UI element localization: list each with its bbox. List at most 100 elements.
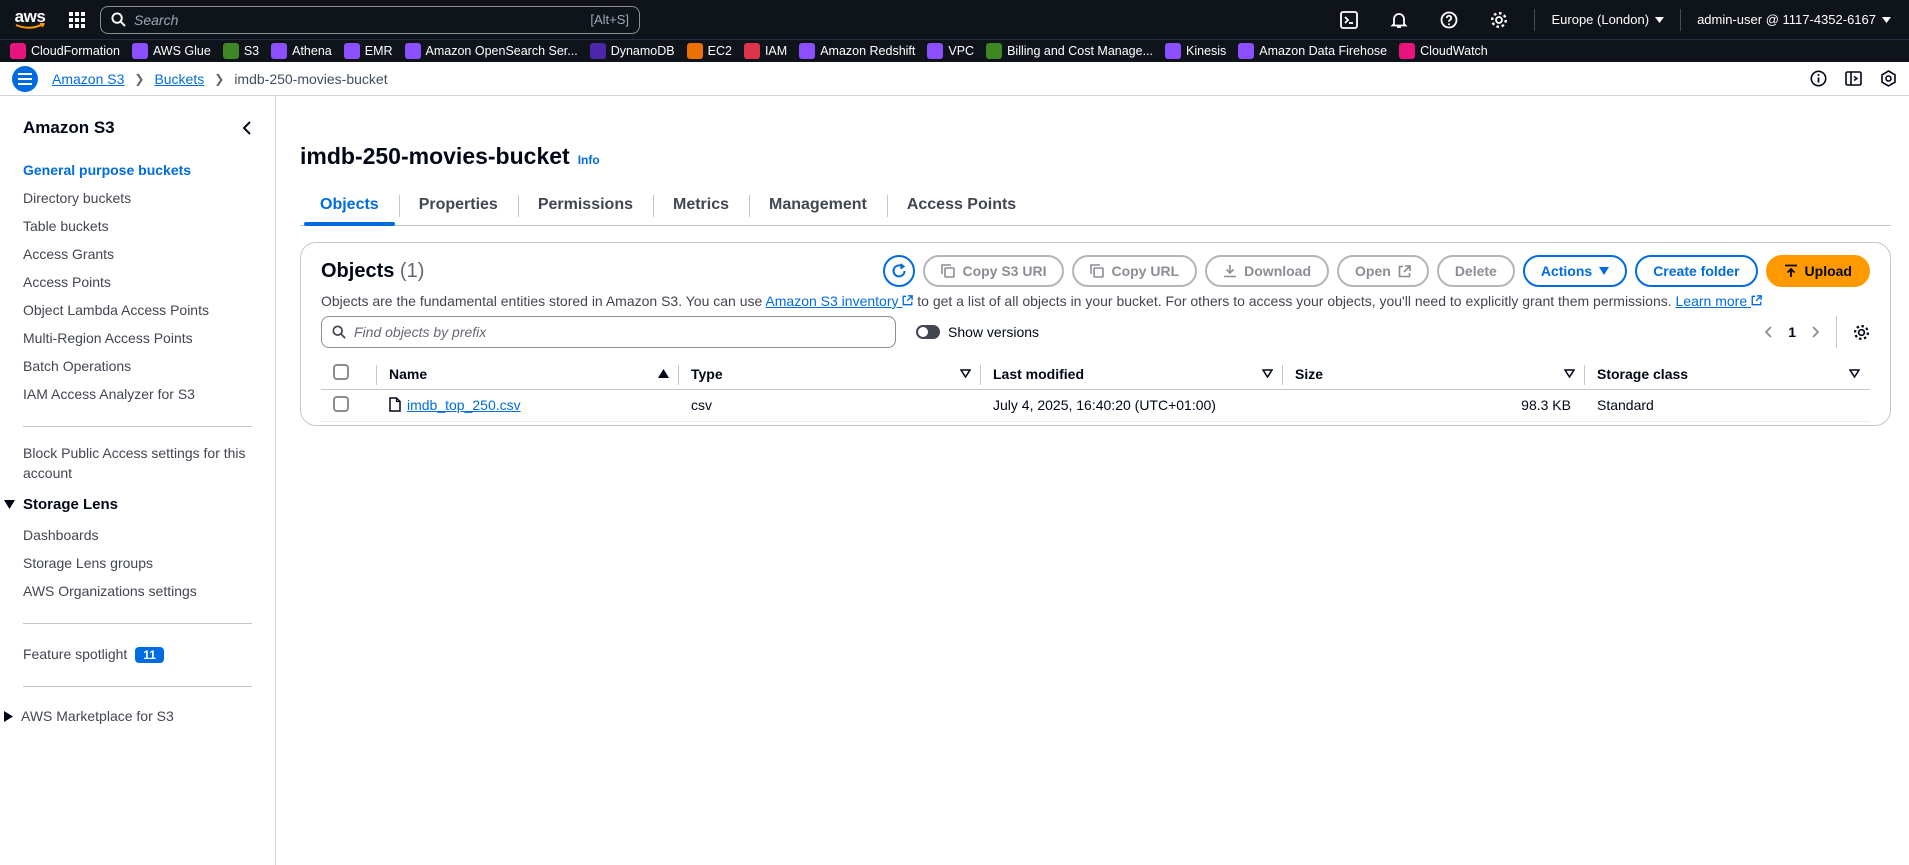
sidebar-item-dashboards[interactable]: Dashboards xyxy=(23,521,252,549)
copy-s3-uri-button[interactable]: Copy S3 URI xyxy=(923,255,1065,287)
account-label: admin-user @ 1117-4352-6167 xyxy=(1697,12,1876,27)
main-content: imdb-250-movies-bucket Info Objects Prop… xyxy=(300,96,1891,426)
tab-management[interactable]: Management xyxy=(749,184,887,225)
aws-logo[interactable]: aws xyxy=(12,8,48,30)
tab-objects[interactable]: Objects xyxy=(300,184,399,226)
notifications-bell-icon[interactable] xyxy=(1374,0,1424,39)
global-search-input[interactable]: Search [Alt+S] xyxy=(100,5,640,34)
row-checkbox[interactable] xyxy=(333,395,349,412)
account-menu[interactable]: admin-user @ 1117-4352-6167 xyxy=(1691,12,1897,27)
sidebar-item-multi-region-access-points[interactable]: Multi-Region Access Points xyxy=(23,324,252,352)
upload-button[interactable]: Upload xyxy=(1765,255,1870,287)
sort-icon xyxy=(1262,369,1273,379)
tab-metrics[interactable]: Metrics xyxy=(652,184,749,225)
open-button[interactable]: Open xyxy=(1337,255,1429,287)
refresh-icon xyxy=(892,263,906,278)
favorite-dynamodb[interactable]: DynamoDB xyxy=(589,43,675,59)
region-selector[interactable]: Europe (London) xyxy=(1545,12,1670,27)
sidebar-item-batch-operations[interactable]: Batch Operations xyxy=(23,352,252,380)
column-header-type[interactable]: Type xyxy=(679,359,981,390)
favorite-vpc[interactable]: VPC xyxy=(927,43,974,59)
sidebar-item-table-buckets[interactable]: Table buckets xyxy=(23,212,252,240)
info-link[interactable]: Info xyxy=(578,153,600,167)
find-objects-input[interactable]: Find objects by prefix xyxy=(321,316,896,348)
split-panel-icon[interactable] xyxy=(1845,70,1862,87)
service-icon xyxy=(404,43,421,59)
sort-icon xyxy=(1564,369,1575,379)
sidebar-item-directory-buckets[interactable]: Directory buckets xyxy=(23,184,252,212)
favorite-iam[interactable]: IAM xyxy=(743,43,787,59)
favorite-billing-and-cost-manage[interactable]: Billing and Cost Manage... xyxy=(986,43,1153,59)
copy-icon xyxy=(1090,264,1105,278)
favorite-label: Amazon OpenSearch Ser... xyxy=(425,44,578,58)
chevron-left-icon[interactable] xyxy=(242,121,252,135)
sidebar-item-storage-lens-groups[interactable]: Storage Lens groups xyxy=(23,549,252,577)
menu-toggle-icon[interactable] xyxy=(12,65,38,92)
column-header-last-modified[interactable]: Last modified xyxy=(981,359,1283,390)
select-all-checkbox[interactable] xyxy=(333,364,349,381)
favorite-athena[interactable]: Athena xyxy=(271,43,332,59)
help-icon[interactable] xyxy=(1424,0,1474,39)
sidebar-item-aws-marketplace[interactable]: AWS Marketplace for S3 xyxy=(4,703,252,729)
column-header-name[interactable]: Name xyxy=(377,359,679,390)
table-row[interactable]: imdb_top_250.csv csv July 4, 2025, 16:40… xyxy=(321,389,1870,422)
chevron-left-icon[interactable] xyxy=(1764,326,1772,338)
copy-url-button[interactable]: Copy URL xyxy=(1072,255,1198,287)
storage-lens-section-toggle[interactable]: Storage Lens xyxy=(4,491,252,517)
sidebar-item-general-purpose-buckets[interactable]: General purpose buckets xyxy=(23,156,252,184)
refresh-button[interactable] xyxy=(883,255,916,287)
s3-inventory-link-label: Amazon S3 inventory xyxy=(765,293,899,309)
page-number[interactable]: 1 xyxy=(1788,324,1796,340)
s3-inventory-link[interactable]: Amazon S3 inventory xyxy=(765,293,914,309)
caret-down-icon xyxy=(1599,267,1610,275)
sidebar-item-block-public-access[interactable]: Block Public Access settings for this ac… xyxy=(23,443,252,483)
service-icon xyxy=(1238,43,1255,59)
tab-access-points[interactable]: Access Points xyxy=(886,184,1036,225)
favorite-kinesis[interactable]: Kinesis xyxy=(1165,43,1226,59)
tab-permissions[interactable]: Permissions xyxy=(517,184,653,225)
external-link-icon xyxy=(1398,264,1411,277)
tools-panel-icon[interactable] xyxy=(1880,70,1897,87)
show-versions-toggle[interactable]: Show versions xyxy=(916,324,1039,340)
favorite-label: Amazon Data Firehose xyxy=(1259,44,1388,58)
settings-gear-icon[interactable] xyxy=(1474,0,1524,39)
favorite-amazon-redshift[interactable]: Amazon Redshift xyxy=(799,43,915,59)
favorite-cloudformation[interactable]: CloudFormation xyxy=(10,43,120,59)
favorite-label: Billing and Cost Manage... xyxy=(1007,44,1153,58)
create-folder-button[interactable]: Create folder xyxy=(1635,255,1758,287)
favorite-amazon-data-firehose[interactable]: Amazon Data Firehose xyxy=(1238,43,1387,59)
favorite-amazon-opensearch-ser[interactable]: Amazon OpenSearch Ser... xyxy=(404,43,578,59)
download-button[interactable]: Download xyxy=(1205,255,1330,287)
favorite-emr[interactable]: EMR xyxy=(343,43,393,59)
favorite-ec2[interactable]: EC2 xyxy=(686,43,732,59)
actions-dropdown-button[interactable]: Actions xyxy=(1522,255,1628,287)
service-icon xyxy=(686,43,703,59)
favorite-label: DynamoDB xyxy=(610,44,675,58)
cloudshell-icon[interactable] xyxy=(1324,0,1374,39)
favorite-cloudwatch[interactable]: CloudWatch xyxy=(1399,43,1488,59)
top-nav-bar: aws Search [Alt+S] Europe (London) admin… xyxy=(0,0,1909,39)
learn-more-link[interactable]: Learn more xyxy=(1676,293,1762,309)
sidebar-item-iam-access-analyzer[interactable]: IAM Access Analyzer for S3 xyxy=(23,380,252,408)
breadcrumb-amazon-s3[interactable]: Amazon S3 xyxy=(52,71,124,87)
favorite-aws-glue[interactable]: AWS Glue xyxy=(131,43,211,59)
sort-icon xyxy=(1849,369,1860,379)
services-menu-icon[interactable] xyxy=(60,6,94,34)
delete-button[interactable]: Delete xyxy=(1436,255,1515,287)
sidebar-item-feature-spotlight[interactable]: Feature spotlight 11 xyxy=(23,640,252,668)
column-header-storage-class[interactable]: Storage class xyxy=(1585,359,1870,390)
table-settings-gear-icon[interactable] xyxy=(1853,324,1870,341)
sidebar-item-aws-organizations-settings[interactable]: AWS Organizations settings xyxy=(23,577,252,605)
object-name-link[interactable]: imdb_top_250.csv xyxy=(407,397,521,413)
caret-right-icon xyxy=(4,710,13,722)
service-icon xyxy=(1165,43,1181,59)
sidebar-item-object-lambda-access-points[interactable]: Object Lambda Access Points xyxy=(23,296,252,324)
sidebar-item-access-grants[interactable]: Access Grants xyxy=(23,240,252,268)
tab-properties[interactable]: Properties xyxy=(398,184,518,225)
breadcrumb-buckets[interactable]: Buckets xyxy=(154,71,204,87)
chevron-right-icon[interactable] xyxy=(1812,326,1820,338)
sidebar-item-access-points[interactable]: Access Points xyxy=(23,268,252,296)
info-panel-icon[interactable] xyxy=(1810,70,1827,87)
favorite-s3[interactable]: S3 xyxy=(222,43,259,59)
column-header-size[interactable]: Size xyxy=(1283,359,1585,390)
